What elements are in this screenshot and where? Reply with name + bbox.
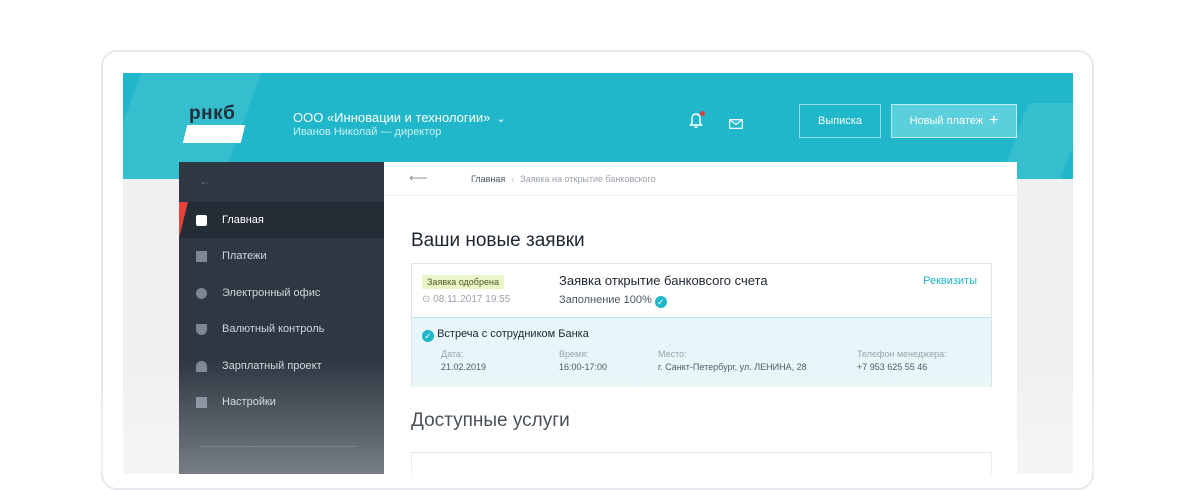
meeting-date-value: 21.02.2019 — [441, 362, 487, 372]
company-name: ООО «Инновации и технологии» — [293, 110, 491, 125]
office-icon — [196, 287, 207, 299]
sidebar-item-e-office[interactable]: Электронный офис — [179, 275, 384, 311]
request-progress-text: Заполнение 100% — [559, 294, 652, 306]
app-screen: рнкб ООО «Инновации и технологии» ⌄ Ивано… — [123, 73, 1073, 474]
user-icon — [196, 360, 207, 372]
status-badge: Заявка одобрена — [422, 275, 504, 289]
details-link[interactable]: Реквизиты — [923, 275, 977, 287]
bank-logo[interactable]: рнкб — [181, 103, 251, 145]
meeting-panel: ✓ Встреча с сотрудником Банка Дата: 21.0… — [412, 317, 991, 387]
sidebar-item-label: Главная — [222, 214, 264, 226]
meeting-time: Время: 16:00-17:00 — [559, 349, 607, 372]
plus-icon: + — [989, 112, 999, 129]
sidebar-item-label: Зарплатный проект — [222, 360, 322, 372]
back-arrow-icon[interactable]: ← — [199, 174, 211, 188]
new-payment-button[interactable]: Новый платеж + — [891, 104, 1017, 138]
sidebar-item-currency-control[interactable]: Валютный контроль — [179, 311, 384, 347]
request-card: Заявка одобрена ⊙ 08.11.2017 19:55 Заявк… — [411, 263, 992, 387]
chevron-down-icon: ⌄ — [496, 113, 506, 125]
requests-title: Ваши новые заявки — [411, 230, 585, 251]
sidebar-divider — [200, 446, 358, 447]
new-payment-label: Новый платеж — [909, 115, 984, 127]
meeting-title-text: Встреча с сотрудником Банка — [437, 328, 589, 340]
meeting-place-label: Место: — [658, 349, 687, 359]
services-card — [411, 452, 992, 474]
sidebar-item-payments[interactable]: Платежи — [179, 238, 384, 274]
logo-bar — [182, 125, 246, 143]
meeting-date: Дата: 21.02.2019 — [441, 349, 486, 372]
sidebar: ← Главная Платежи Электронный офис Валют… — [179, 162, 384, 474]
meeting-time-label: Время: — [559, 349, 589, 359]
sidebar-item-label: Электронный офис — [222, 287, 321, 299]
breadcrumb-separator-icon: ‹ — [511, 174, 515, 184]
back-long-arrow-icon[interactable]: ⟵ — [409, 170, 428, 186]
meeting-phone-label: Телефон менеджера: — [857, 349, 947, 359]
meeting-phone-value: +7 953 625 55 46 — [857, 362, 928, 372]
meeting-place: Место: г. Санкт-Петербург, ул. ЛЕНИНА, 2… — [658, 349, 807, 372]
check-icon: ✓ — [422, 330, 434, 342]
statement-button[interactable]: Выписка — [799, 104, 881, 138]
sidebar-item-home[interactable]: Главная — [179, 202, 384, 238]
mail-icon[interactable] — [729, 116, 743, 129]
request-title: Заявка открытие банковсого счета — [559, 273, 768, 288]
user-role: Иванов Николай — директор — [293, 126, 442, 138]
breadcrumb-current: Заявка на открытие банковского — [520, 174, 656, 184]
request-datetime: ⊙ 08.11.2017 19:55 — [422, 294, 510, 305]
settings-icon — [196, 396, 207, 408]
request-datetime-value: 08.11.2017 19:55 — [433, 294, 511, 305]
sidebar-item-settings[interactable]: Настройки — [179, 384, 384, 420]
wallet-icon — [196, 250, 207, 262]
meeting-phone: Телефон менеджера: +7 953 625 55 46 — [857, 349, 947, 372]
breadcrumb: Главная ‹ Заявка на открытие банковского — [471, 174, 656, 184]
meeting-place-value: г. Санкт-Петербург, ул. ЛЕНИНА, 28 — [658, 362, 807, 372]
active-marker — [179, 202, 188, 238]
main-content: ⟵ Главная ‹ Заявка на открытие банковского… — [384, 162, 1017, 474]
sidebar-item-label: Настройки — [222, 396, 276, 408]
shield-icon — [196, 323, 207, 335]
meeting-time-value: 16:00-17:00 — [559, 362, 608, 372]
home-icon — [196, 214, 207, 226]
breadcrumb-bar: ⟵ Главная ‹ Заявка на открытие банковского — [384, 162, 1017, 196]
notifications-bell-icon[interactable] — [689, 111, 705, 129]
check-icon: ✓ — [654, 296, 667, 308]
clock-icon: ⊙ — [422, 294, 431, 305]
logo-text: рнкб — [189, 103, 236, 124]
meeting-title: ✓ Встреча с сотрудником Банка — [422, 328, 589, 342]
services-title: Доступные услуги — [411, 410, 570, 431]
sidebar-item-salary-project[interactable]: Зарплатный проект — [179, 348, 384, 384]
sidebar-item-label: Платежи — [222, 250, 267, 262]
sidebar-item-label: Валютный контроль — [222, 323, 325, 335]
notification-dot — [700, 111, 705, 116]
meeting-date-label: Дата: — [441, 349, 464, 359]
request-progress: Заполнение 100% ✓ — [559, 294, 667, 308]
breadcrumb-home[interactable]: Главная — [471, 174, 505, 184]
company-selector[interactable]: ООО «Инновации и технологии» ⌄ — [293, 110, 506, 125]
